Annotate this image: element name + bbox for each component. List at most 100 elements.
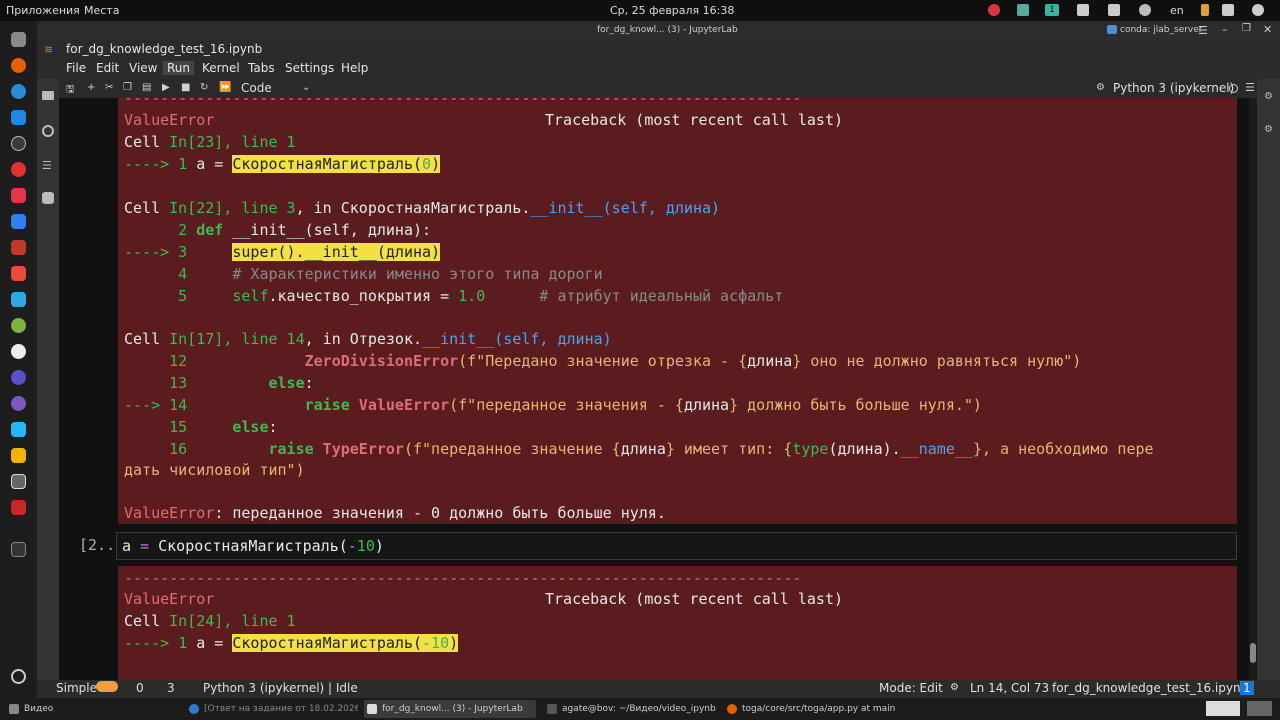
- files-icon[interactable]: [11, 32, 26, 47]
- jupyter-icon[interactable]: [11, 136, 26, 151]
- menu-icon[interactable]: ☰: [1198, 24, 1208, 37]
- system-top-bar: Приложения Места Ср, 25 февраля 16:38 1 …: [0, 0, 1280, 21]
- restart-icon[interactable]: ↻: [200, 82, 208, 93]
- show-apps-icon[interactable]: [11, 669, 26, 684]
- workspace-indicator[interactable]: 1: [1045, 4, 1059, 16]
- places-menu[interactable]: Места: [84, 4, 119, 17]
- traceback-header: Traceback (most recent call last): [545, 590, 844, 608]
- extension-icon[interactable]: [1139, 4, 1151, 16]
- conda-env: conda: jlab_server: [1120, 25, 1203, 35]
- error-output-2: ----------------------------------------…: [118, 566, 1237, 680]
- yandex-icon[interactable]: [11, 318, 26, 333]
- notebook-panel: ----------------------------------------…: [59, 98, 1257, 680]
- record-app-icon[interactable]: [11, 500, 26, 515]
- simple-mode-toggle[interactable]: [96, 681, 118, 692]
- separator-line: ----------------------------------------…: [124, 98, 802, 107]
- task-videos[interactable]: Видео: [6, 700, 156, 718]
- console-icon[interactable]: [11, 542, 26, 557]
- minimize-icon[interactable]: –: [1222, 23, 1228, 36]
- media-icon[interactable]: [11, 370, 26, 385]
- grid-icon[interactable]: [1108, 4, 1120, 16]
- cell-editor[interactable]: a = СкоростнаяМагистраль(-10): [116, 532, 1237, 560]
- simple-mode-label: Simple: [56, 681, 97, 695]
- run-icon[interactable]: ▶: [162, 82, 170, 93]
- puzzle-icon[interactable]: [11, 214, 26, 229]
- terminals-count[interactable]: 0: [136, 681, 144, 695]
- task-jupyterlab[interactable]: for_dg_knowl... (3) - JupyterLab: [364, 700, 536, 718]
- chrome-icon[interactable]: [11, 344, 26, 359]
- stop-icon[interactable]: ■: [181, 82, 190, 93]
- menu-run[interactable]: Run: [163, 61, 195, 75]
- clipboard-icon[interactable]: [1077, 4, 1089, 16]
- notes-icon[interactable]: [11, 422, 26, 437]
- cursor-position[interactable]: Ln 14, Col 73: [970, 681, 1049, 695]
- extensions-icon[interactable]: [42, 192, 54, 204]
- datagrip-icon[interactable]: [11, 188, 26, 203]
- menu-view[interactable]: View: [129, 61, 157, 75]
- debugger-icon[interactable]: ⚙: [1264, 124, 1273, 135]
- kernel-name[interactable]: Python 3 (ipykernel): [1113, 81, 1234, 95]
- menu-edit[interactable]: Edit: [96, 61, 119, 75]
- tab-notebook[interactable]: for_dg_knowledge_test_16.ipynb: [66, 42, 262, 56]
- copy-icon[interactable]: ❐: [123, 82, 132, 93]
- code-cell[interactable]: [2... a = СкоростнаяМагистраль(-10): [59, 532, 1237, 560]
- document-icon[interactable]: [11, 292, 26, 307]
- notebook-menu-icon[interactable]: ☰: [1245, 81, 1255, 94]
- add-cell-icon[interactable]: +: [87, 82, 95, 93]
- maximize-icon[interactable]: ❐: [1242, 23, 1251, 34]
- toc-icon[interactable]: ☰: [42, 159, 52, 172]
- menu-file[interactable]: File: [66, 61, 86, 75]
- package-icon[interactable]: [11, 448, 26, 463]
- menu-kernel[interactable]: Kernel: [202, 61, 240, 75]
- kernel-status[interactable]: Python 3 (ipykernel) | Idle: [203, 681, 358, 695]
- save-icon[interactable]: 🖫: [66, 82, 75, 99]
- folder-icon[interactable]: [42, 91, 54, 100]
- terminal-icon[interactable]: [11, 474, 26, 489]
- volume-icon[interactable]: [1222, 4, 1234, 16]
- presentation-icon[interactable]: [11, 240, 26, 255]
- eclipse-icon[interactable]: [11, 396, 26, 411]
- chevron-down-icon[interactable]: ⌄: [302, 82, 310, 93]
- current-file: for_dg_knowledge_test_16.ipynb: [1052, 681, 1249, 695]
- right-sidebar: ⚙ ⚙: [1257, 79, 1280, 680]
- menu-tabs[interactable]: Tabs: [248, 61, 275, 75]
- app-icon[interactable]: [11, 162, 26, 177]
- power-icon[interactable]: [1252, 4, 1264, 16]
- cell-type-select[interactable]: Code: [241, 81, 272, 95]
- kernels-count[interactable]: 3: [167, 681, 175, 695]
- cut-icon[interactable]: ✂: [105, 82, 113, 93]
- highlighted-call: СкоростнаяМагистраль(0): [232, 155, 441, 173]
- editor-mode: Mode: Edit: [879, 681, 943, 695]
- screen-icon[interactable]: [1017, 4, 1029, 16]
- fast-forward-icon[interactable]: ⏩: [219, 82, 231, 93]
- notebook-scrollbar[interactable]: [1249, 98, 1257, 680]
- scrollbar-thumb[interactable]: [1250, 643, 1256, 663]
- conda-icon: [1107, 25, 1117, 34]
- final-exception: ValueError: [124, 504, 215, 522]
- microphone-icon[interactable]: [1201, 4, 1209, 16]
- task-terminal[interactable]: agate@bov: ~/Видео/video_ipynb: [544, 700, 716, 718]
- clock[interactable]: Ср, 25 февраля 16:38: [610, 4, 734, 17]
- exception-name: ValueError: [124, 111, 215, 129]
- close-icon[interactable]: ✕: [1263, 23, 1272, 36]
- firefox-icon[interactable]: [11, 58, 26, 73]
- paste-icon[interactable]: ▤: [142, 82, 151, 93]
- window-title: for_dg_knowl... (3) - JupyterLab: [597, 25, 738, 35]
- settings-icon[interactable]: ⚙: [950, 682, 959, 693]
- task-answer[interactable]: [Ответ на задание от 18.02.2026 ...: [186, 700, 358, 718]
- running-icon[interactable]: [42, 125, 54, 137]
- record-icon[interactable]: [988, 4, 1000, 16]
- property-inspector-icon[interactable]: ⚙: [1264, 91, 1273, 102]
- browser-icon[interactable]: [11, 84, 26, 99]
- menu-help[interactable]: Help: [341, 61, 368, 75]
- applications-menu[interactable]: Приложения: [6, 4, 80, 17]
- workspace-switcher[interactable]: [1206, 701, 1240, 716]
- keyboard-layout[interactable]: en: [1170, 4, 1184, 17]
- ide-icon[interactable]: [11, 266, 26, 281]
- workspace-switcher-2[interactable]: [1247, 701, 1272, 716]
- menu-settings[interactable]: Settings: [285, 61, 334, 75]
- vscode-icon[interactable]: [11, 110, 26, 125]
- task-firefox[interactable]: toga/core/src/toga/app.py at main...: [724, 700, 896, 718]
- gear-icon[interactable]: ⚙: [1096, 82, 1105, 93]
- notification-count[interactable]: 1: [1240, 681, 1254, 695]
